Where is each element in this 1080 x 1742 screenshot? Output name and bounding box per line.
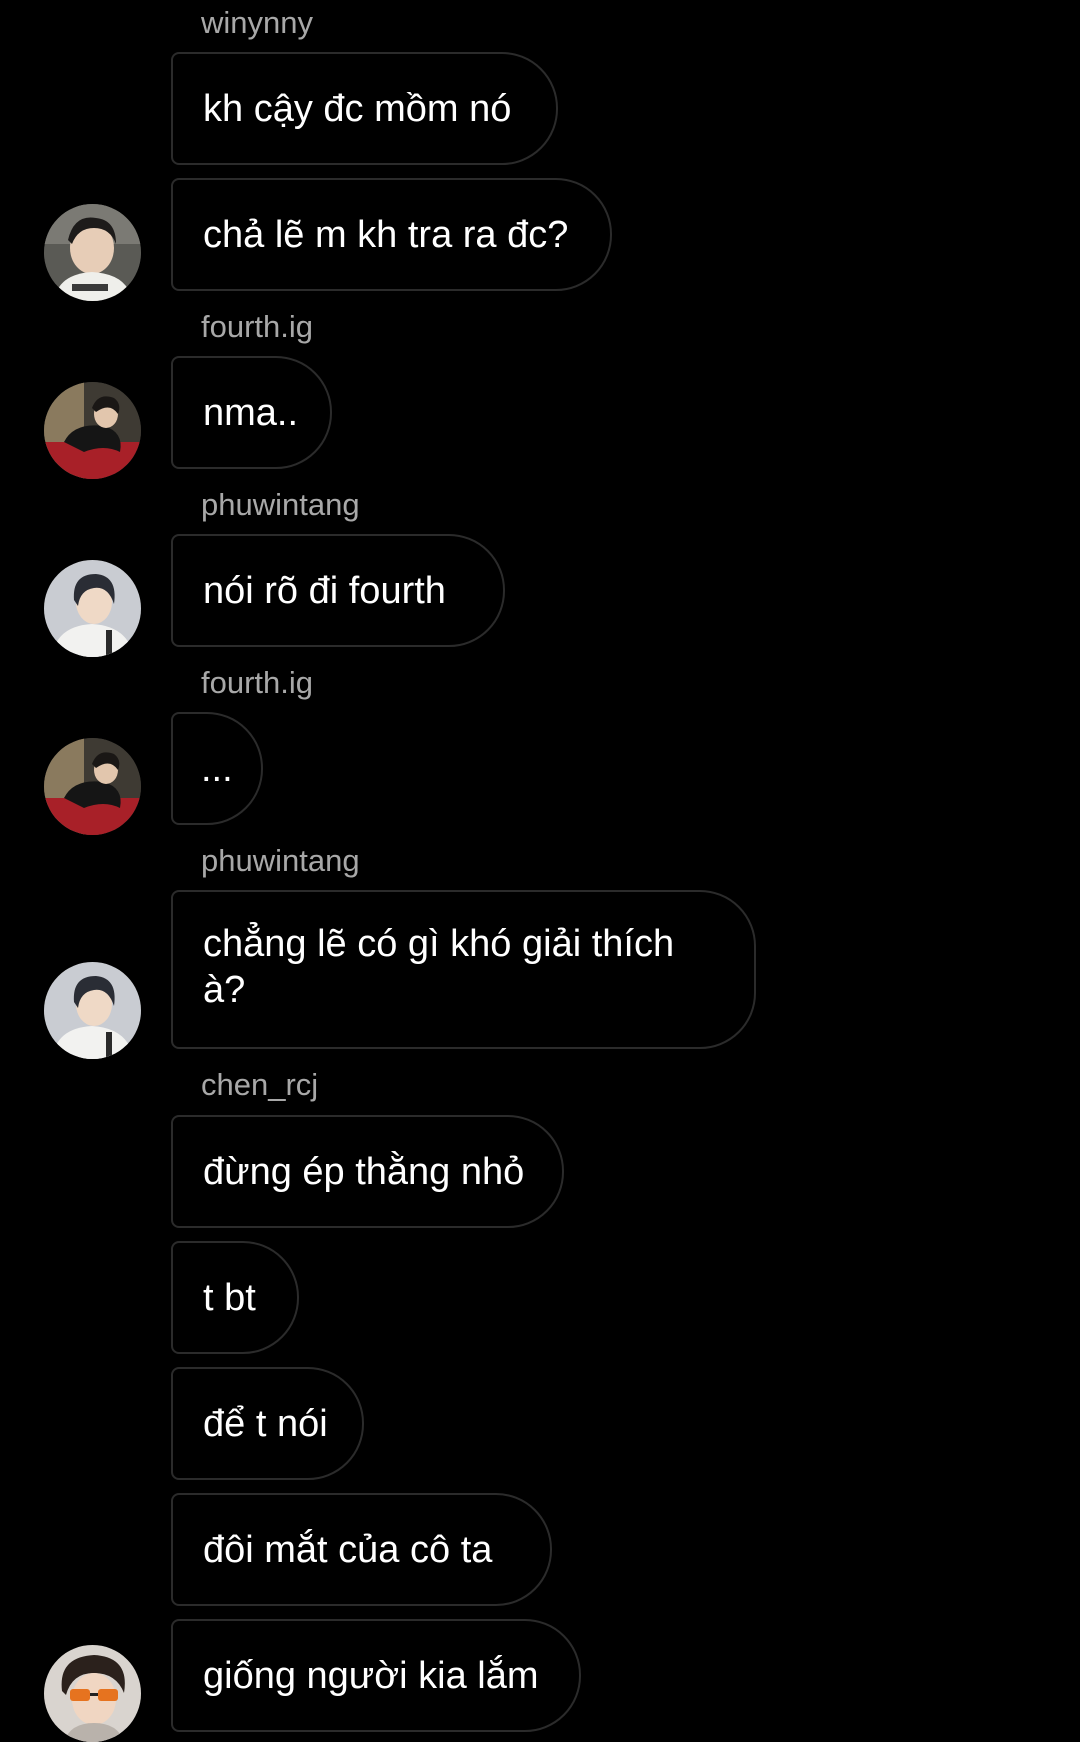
avatar-chen-image (44, 1645, 141, 1742)
message-text: nói rõ đi fourth (203, 569, 446, 612)
avatar-phuwintang[interactable] (44, 962, 141, 1059)
sender-name[interactable]: phuwintang (201, 843, 360, 879)
message-bubble[interactable]: nma.. (171, 356, 332, 469)
message-bubble[interactable]: nói rõ đi fourth (171, 534, 505, 647)
avatar-phuwintang-image (44, 560, 141, 657)
message-bubble[interactable]: chẳng lẽ có gì khó giải thích à? (171, 890, 756, 1049)
message-text: đừng ép thằng nhỏ (203, 1150, 525, 1193)
sender-name[interactable]: winynny (201, 5, 313, 41)
message-text: kh cậy đc mồm nó (203, 87, 512, 130)
message-bubble[interactable]: để t nói (171, 1367, 364, 1480)
avatar-phuwintang-image (44, 962, 141, 1059)
avatar-fourth[interactable] (44, 738, 141, 835)
message-bubble[interactable]: ... (171, 712, 263, 825)
message-text: t bt (203, 1276, 256, 1319)
message-text: chẳng lẽ có gì khó giải thích à? (203, 923, 675, 1011)
message-bubble[interactable]: t bt (171, 1241, 299, 1354)
avatar-phuwintang[interactable] (44, 560, 141, 657)
avatar-fourth[interactable] (44, 382, 141, 479)
message-text: giống người kia lắm (203, 1654, 539, 1697)
message-text: ... (201, 747, 233, 790)
avatar-fourth-image (44, 738, 141, 835)
message-bubble[interactable]: kh cậy đc mồm nó (171, 52, 558, 165)
avatar-fourth-image (44, 382, 141, 479)
sender-name[interactable]: fourth.ig (201, 665, 313, 701)
message-text: để t nói (203, 1402, 328, 1445)
message-text: nma.. (203, 391, 299, 434)
message-bubble[interactable]: đừng ép thằng nhỏ (171, 1115, 564, 1228)
avatar-winynny[interactable] (44, 204, 141, 301)
message-text: chả lẽ m kh tra ra đc? (203, 213, 569, 256)
sender-name[interactable]: chen_rcj (201, 1067, 318, 1103)
sender-name[interactable]: fourth.ig (201, 309, 313, 345)
message-text: đôi mắt của cô ta (203, 1528, 493, 1571)
message-bubble[interactable]: đôi mắt của cô ta (171, 1493, 552, 1606)
avatar-winynny-image (44, 204, 141, 301)
avatar-chen[interactable] (44, 1645, 141, 1742)
chat-thread: winynny kh cậy đc mồm nó chả lẽ m kh tra… (0, 0, 1080, 1742)
message-bubble[interactable]: chả lẽ m kh tra ra đc? (171, 178, 612, 291)
message-bubble[interactable]: giống người kia lắm (171, 1619, 581, 1732)
sender-name[interactable]: phuwintang (201, 487, 360, 523)
